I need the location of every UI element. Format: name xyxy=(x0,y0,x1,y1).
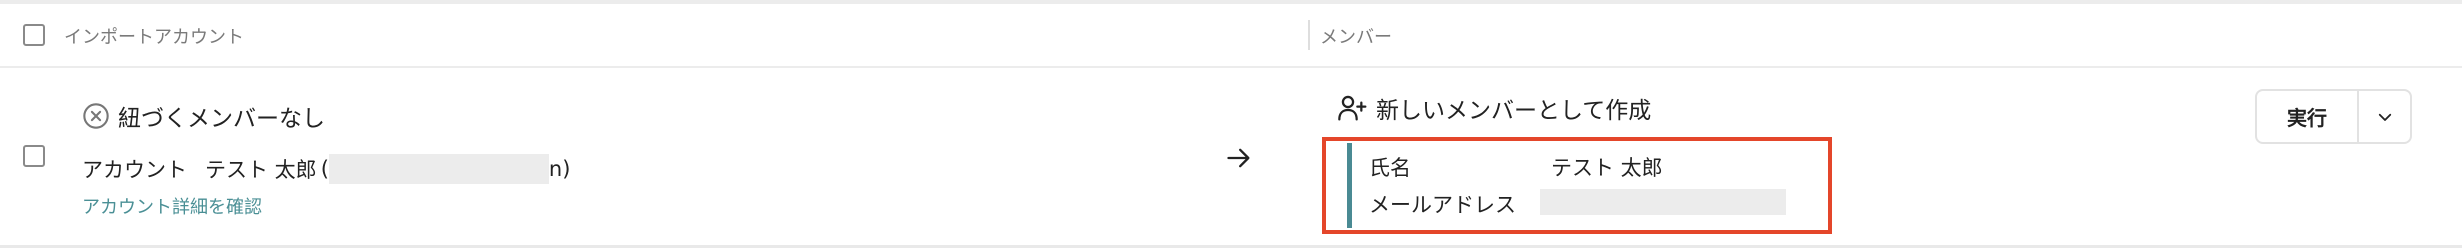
account-prefix: アカウント xyxy=(82,158,187,182)
email-label: メールアドレス xyxy=(1369,193,1516,217)
name-value: テスト 太郎 xyxy=(1551,156,1663,180)
header-member: メンバー xyxy=(1320,27,1392,48)
person-plus-icon xyxy=(1338,95,1367,121)
account-id-redacted xyxy=(328,154,549,184)
row-checkbox[interactable] xyxy=(23,145,45,167)
account-paren-close: n) xyxy=(548,157,571,181)
execute-dropdown-button[interactable] xyxy=(2359,91,2410,142)
select-all-checkbox[interactable] xyxy=(23,24,45,46)
status-text: 紐づくメンバーなし xyxy=(118,106,325,132)
import-account-table: インポートアカウント メンバー 紐づくメンバーなし アカウント テスト 太郎 (… xyxy=(0,0,2462,248)
execute-button[interactable]: 実行 xyxy=(2257,91,2359,142)
name-label: 氏名 xyxy=(1369,156,1411,180)
account-name: テスト 太郎 xyxy=(205,158,317,182)
table-row: 紐づくメンバーなし アカウント テスト 太郎 ( n) アカウント詳細を確認 新… xyxy=(0,68,2462,245)
header-import-account: インポートアカウント xyxy=(64,27,244,48)
status-no-member: 紐づくメンバーなし xyxy=(82,99,325,133)
arrow-right-icon xyxy=(1227,148,1250,168)
account-detail-link[interactable]: アカウント詳細を確認 xyxy=(82,193,262,219)
accent-bar xyxy=(1347,143,1352,228)
table-header: インポートアカウント メンバー xyxy=(0,4,2462,68)
header-divider xyxy=(1308,20,1310,50)
create-text: 新しいメンバーとして作成 xyxy=(1376,98,1652,124)
account-paren-open: ( xyxy=(320,157,329,181)
execute-button-group: 実行 xyxy=(2255,89,2412,144)
email-value-redacted xyxy=(1540,189,1786,215)
chevron-down-icon xyxy=(2378,113,2391,121)
x-circle-icon xyxy=(83,103,109,129)
create-new-member: 新しいメンバーとして作成 xyxy=(1336,91,1651,125)
account-line: アカウント テスト 太郎 ( n) xyxy=(82,154,570,184)
